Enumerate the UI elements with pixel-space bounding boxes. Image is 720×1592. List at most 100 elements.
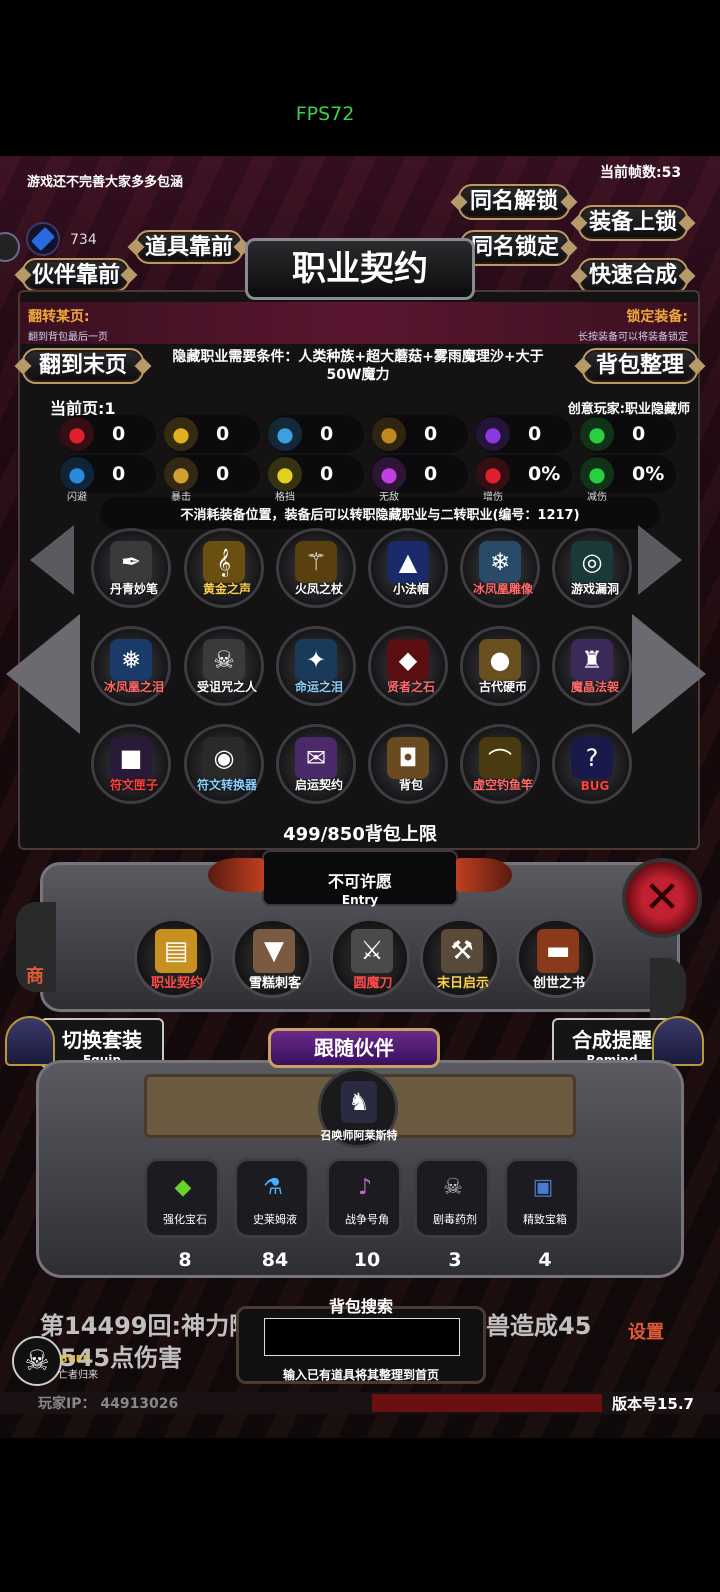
consumable-slot[interactable]: ⚗ 史莱姆液 84 <box>234 1158 310 1271</box>
switch-set-label: 切换套装 <box>62 1028 142 1052</box>
close-icon: ✕ <box>643 872 681 923</box>
consumable-name: 精致宝箱 <box>523 1213 567 1226</box>
stat-cell: ● 0 <box>372 415 468 453</box>
close-button[interactable]: ✕ <box>622 858 702 938</box>
consumable-slot[interactable]: ▣ 精致宝箱 4 <box>504 1158 580 1271</box>
item-slot[interactable]: ✉ 启运契约 <box>276 724 356 804</box>
item-slot[interactable]: ♜ 魔晶法袈 <box>552 626 632 706</box>
gem-icon: ◆ <box>174 1174 192 1200</box>
item-slot[interactable]: ✦ 命运之泪 <box>276 626 356 706</box>
equip-lock-button[interactable]: 装备上锁 <box>578 205 688 241</box>
item-slot[interactable]: ☠ 受诅咒之人 <box>184 626 264 706</box>
tool-slot[interactable]: ▬ 创世之书 <box>516 918 596 998</box>
next-page-arrow[interactable] <box>632 614 708 734</box>
items-front-button[interactable]: 道具靠前 <box>135 230 243 264</box>
item-slot[interactable]: ⚚ 火凤之杖 <box>276 528 356 608</box>
item-name: 游戏漏洞 <box>570 582 619 596</box>
stat-cell: ● 无敌 0 <box>372 455 468 503</box>
item-slot[interactable]: ✒ 丹青妙笔 <box>91 528 171 608</box>
partner-title: 跟随伙伴 <box>268 1028 440 1068</box>
stat-value: 0 <box>528 423 542 445</box>
speed-icon: ● <box>268 417 302 451</box>
item-slot[interactable]: ■ 符文匣子 <box>91 724 171 804</box>
item-name: 命运之泪 <box>294 680 343 694</box>
helmet-icon-right <box>652 1016 704 1066</box>
consumable-count: 3 <box>448 1249 462 1271</box>
bag-sort-button[interactable]: 背包整理 <box>582 348 698 384</box>
stat-cell: ● 暴击 0 <box>164 455 260 503</box>
stat-cell: ● 减伤 0% <box>580 455 676 503</box>
same-name-lock-button[interactable]: 同名锁定 <box>460 230 570 266</box>
tool-slot[interactable]: ▤ 职业契约 <box>134 918 214 998</box>
item-slot[interactable]: ◎ 游戏漏洞 <box>552 528 632 608</box>
backpack-icon: ◘ <box>387 737 429 779</box>
damage-up-icon: ● 增伤 <box>476 457 510 503</box>
bag-capacity: 499/850背包上限 <box>283 824 437 845</box>
stat-label: 暴击 <box>171 492 191 503</box>
tool-name: 末日启示 <box>436 976 489 991</box>
portal-icon: ◎ <box>571 541 613 583</box>
consumable-slot[interactable]: ☠ 剧毒药剂 3 <box>414 1158 490 1271</box>
stat-cell: ● 格挡 0 <box>268 455 364 503</box>
tool-slot[interactable]: ▼ 雪糕刺客 <box>232 918 312 998</box>
partner-slot[interactable]: ♞ 召唤师阿莱斯特 <box>318 1068 398 1148</box>
same-name-unlock-button[interactable]: 同名解锁 <box>458 184 570 220</box>
partner-front-button[interactable]: 伙伴靠前 <box>22 258 130 292</box>
item-slot[interactable]: ● 古代硬币 <box>460 626 540 706</box>
stat-value: 0 <box>112 423 126 445</box>
stat-cell: ● 0 <box>60 415 156 453</box>
next-page-small-arrow[interactable] <box>638 525 686 595</box>
to-last-page-button[interactable]: 翻到末页 <box>22 348 144 384</box>
lock-equip-label: 锁定装备: <box>626 309 688 325</box>
item-slot[interactable]: ? BUG <box>552 724 632 804</box>
attack-icon: ● <box>372 417 406 451</box>
wing-left-icon <box>208 858 264 892</box>
dialog-title: 职业契约 <box>245 238 475 300</box>
shop-button[interactable]: 商 <box>16 902 56 992</box>
skull-buff-icon[interactable]: ☠ <box>12 1336 62 1386</box>
damage-reduce-icon: ● 减伤 <box>580 457 614 503</box>
mage-robe-icon: ♜ <box>571 639 613 681</box>
item-name: 丹青妙笔 <box>109 582 158 596</box>
item-name: 贤者之石 <box>386 680 435 694</box>
stat-value: 0 <box>112 463 126 485</box>
item-slot[interactable]: ◆ 贤者之石 <box>368 626 448 706</box>
sword-icon: ⚔ <box>351 929 393 973</box>
fishing-rod-icon: ⌒ <box>479 737 521 779</box>
summoner-icon: ♞ <box>341 1081 377 1123</box>
quick-merge-button[interactable]: 快速合成 <box>578 258 688 294</box>
consumable-count: 8 <box>178 1249 192 1271</box>
strength-icon: ● <box>164 417 198 451</box>
item-slot[interactable]: ◘ 背包 <box>368 724 448 804</box>
harp-icon: 𝄞 <box>203 541 245 583</box>
stat-value: 0 <box>424 423 438 445</box>
wish-title: 不可许愿 <box>327 872 392 891</box>
scroll-icon: ✉ <box>295 737 337 779</box>
tool-slot[interactable]: ⚔ 圆魔刀 <box>330 918 410 998</box>
consumable-slot[interactable]: ◆ 强化宝石 8 <box>144 1158 220 1271</box>
potion-icon: ⚗ <box>263 1174 283 1200</box>
item-slot[interactable]: ❅ 冰凤凰之泪 <box>91 626 171 706</box>
gem-icon <box>26 222 60 256</box>
settings-label[interactable]: 设置 <box>628 1318 664 1344</box>
stat-value: 0% <box>632 463 665 485</box>
item-slot[interactable]: 𝄞 黄金之声 <box>184 528 264 608</box>
item-slot[interactable]: ◉ 符文转换器 <box>184 724 264 804</box>
prev-page-arrow[interactable] <box>6 614 82 734</box>
item-name: 古代硬币 <box>478 680 527 694</box>
item-slot[interactable]: ❄ 冰凤凰雕像 <box>460 528 540 608</box>
wish-box[interactable]: 不可许愿 Entry <box>262 850 458 907</box>
luck-icon: ● <box>580 417 614 451</box>
consumable-count: 84 <box>261 1249 289 1271</box>
item-slot[interactable]: ⌒ 虚空钓鱼竿 <box>460 724 540 804</box>
search-input[interactable] <box>264 1318 460 1356</box>
wish-subtitle: Entry <box>341 893 379 907</box>
item-name: 符文转换器 <box>196 778 257 792</box>
consumable-slot[interactable]: ♪ 战争号角 10 <box>326 1158 402 1271</box>
item-slot[interactable]: ▲ 小法帽 <box>368 528 448 608</box>
dice-icon[interactable] <box>650 958 686 1018</box>
prev-page-small-arrow[interactable] <box>30 525 78 595</box>
tool-slot[interactable]: ⚒ 末日启示 <box>420 918 500 998</box>
sage-stone-icon: ◆ <box>387 639 429 681</box>
item-name: 黄金之声 <box>202 582 251 596</box>
